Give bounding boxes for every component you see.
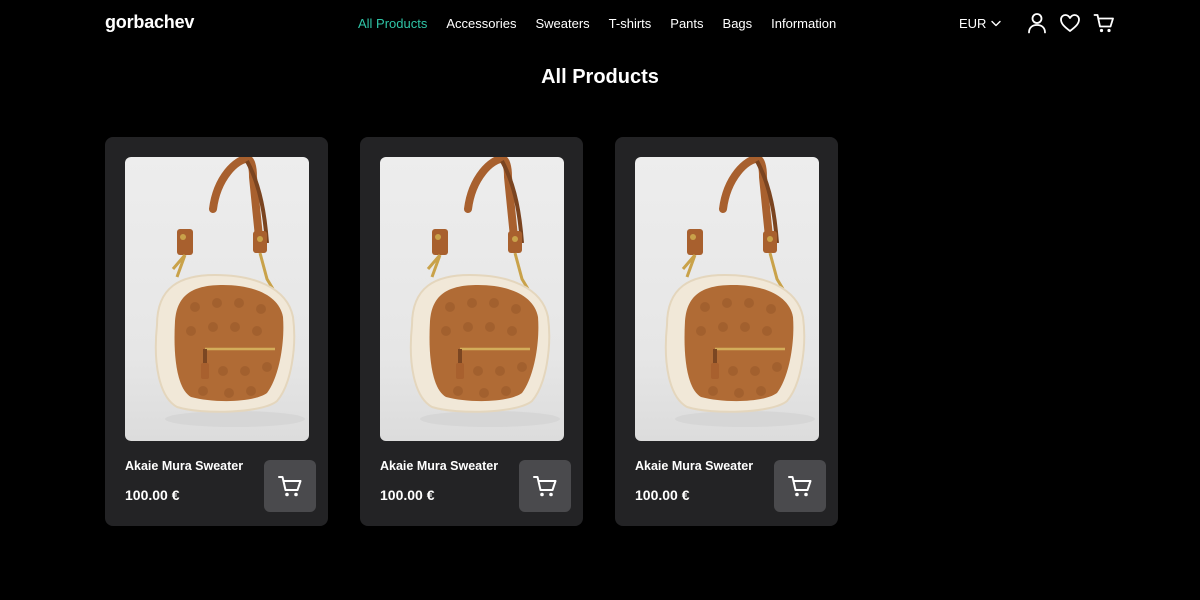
add-to-cart-button[interactable] [519, 460, 571, 512]
nav-item-accessories[interactable]: Accessories [446, 16, 516, 31]
nav-item-all-products[interactable]: All Products [358, 16, 427, 31]
nav-item-bags[interactable]: Bags [723, 16, 753, 31]
main-nav: All Products Accessories Sweaters T-shir… [358, 16, 836, 31]
cart-icon [278, 476, 302, 497]
product-image[interactable] [125, 157, 309, 441]
cart-icon [533, 476, 557, 497]
product-card[interactable]: Akaie Mura Sweater 100.00 € [105, 137, 328, 526]
currency-selector[interactable]: EUR [959, 12, 1002, 34]
product-price: 100.00 € [125, 487, 180, 503]
product-name[interactable]: Akaie Mura Sweater [125, 459, 243, 473]
bag-illustration [154, 157, 305, 427]
bag-illustration [664, 157, 815, 427]
header-actions: EUR [959, 12, 1115, 34]
product-image[interactable] [380, 157, 564, 441]
nav-item-information[interactable]: Information [771, 16, 836, 31]
product-name[interactable]: Akaie Mura Sweater [380, 459, 498, 473]
product-price: 100.00 € [635, 487, 690, 503]
page-title: All Products [541, 66, 659, 88]
product-image[interactable] [635, 157, 819, 441]
add-to-cart-button[interactable] [264, 460, 316, 512]
site-header: gorbachev All Products Accessories Sweat… [0, 0, 1200, 46]
currency-label: EUR [959, 15, 987, 31]
heart-icon[interactable] [1059, 12, 1081, 34]
cart-icon [788, 476, 812, 497]
site-logo[interactable]: gorbachev [105, 12, 194, 33]
product-card[interactable]: Akaie Mura Sweater 100.00 € [360, 137, 583, 526]
nav-item-pants[interactable]: Pants [670, 16, 703, 31]
product-card[interactable]: Akaie Mura Sweater 100.00 € [615, 137, 838, 526]
chevron-down-icon [991, 20, 1002, 26]
product-name[interactable]: Akaie Mura Sweater [635, 459, 753, 473]
bag-illustration [409, 157, 560, 427]
product-price: 100.00 € [380, 487, 435, 503]
product-grid: Akaie Mura Sweater 100.00 € Akaie Mura S… [105, 137, 838, 526]
cart-icon[interactable] [1093, 12, 1115, 34]
nav-item-tshirts[interactable]: T-shirts [609, 16, 652, 31]
add-to-cart-button[interactable] [774, 460, 826, 512]
nav-item-sweaters[interactable]: Sweaters [535, 16, 589, 31]
user-icon[interactable] [1027, 12, 1047, 34]
